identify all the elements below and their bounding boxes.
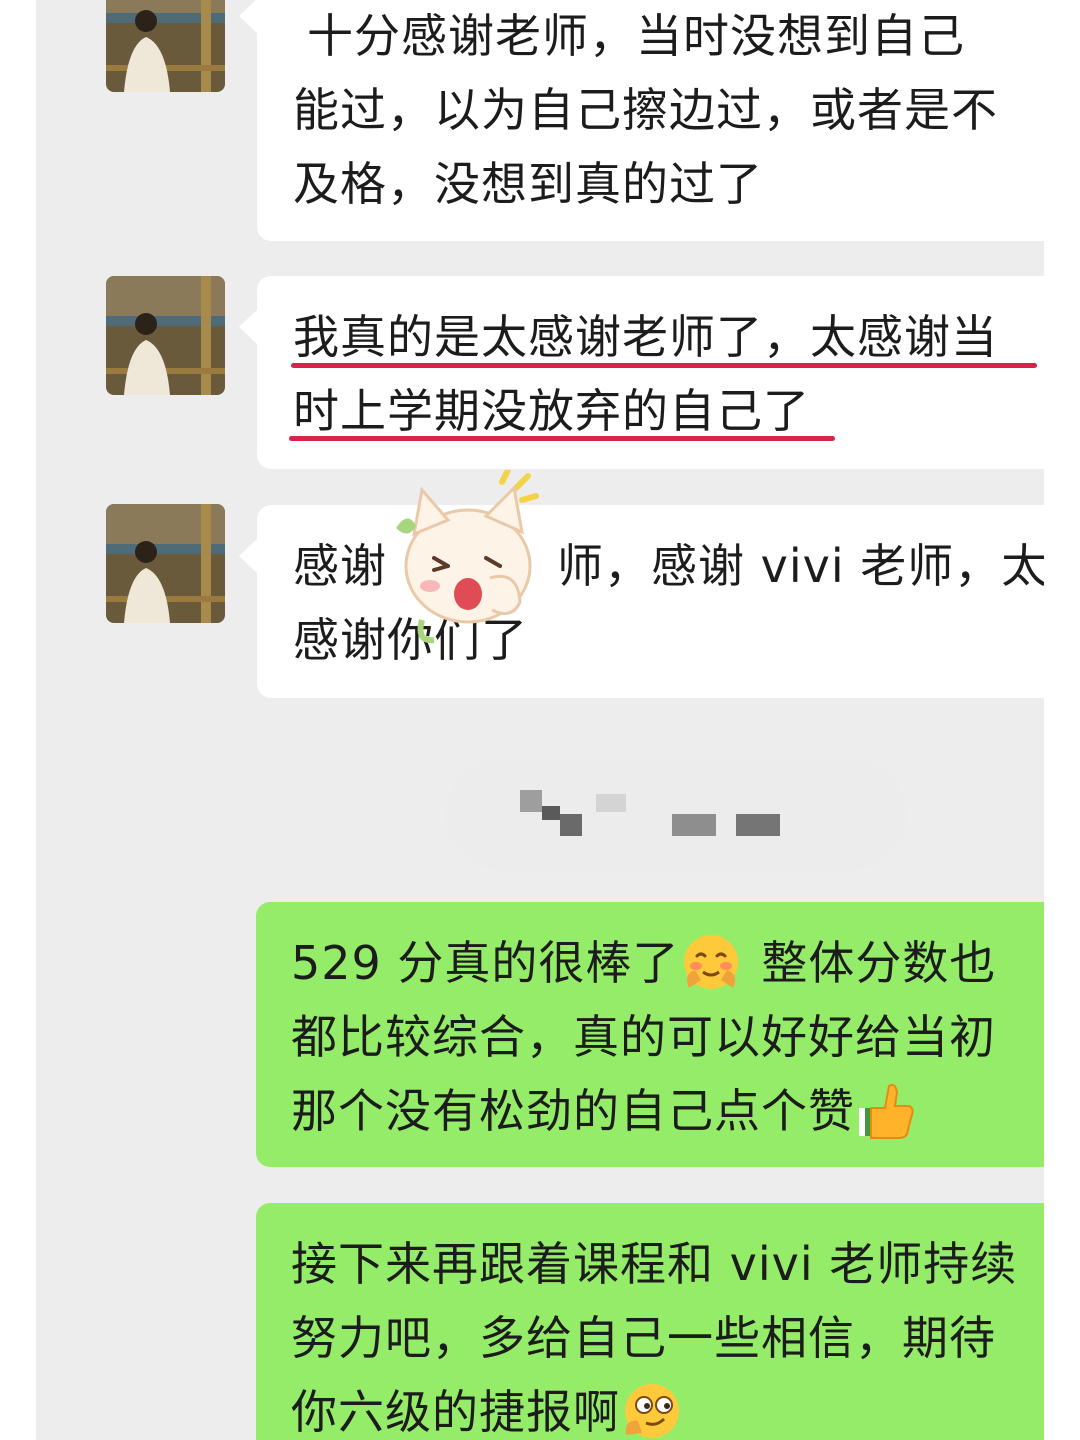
message-text-line: 那个没有松劲的自己点个赞 (291, 1074, 1034, 1148)
message-text-fragment: 529 分真的很棒了 (291, 936, 680, 990)
sender-avatar[interactable] (106, 504, 225, 623)
message-text-line: 都比较综合，真的可以好好给当初 (291, 1010, 996, 1064)
chat-window: 十分感谢老师，当时没想到自己 能过，以为自己擦边过，或者是不 及格，没想到真的过… (36, 0, 1044, 1440)
message-text-line: 及格，没想到真的过了 (293, 157, 763, 211)
message-bubble-outgoing[interactable]: 529 分真的很棒了 整体分数也 都比较综合，真的可以好好给当初 那个没有松劲的… (256, 902, 1044, 1167)
message-text-fragment: 整体分数也 (761, 936, 997, 990)
message-text-fragment: 师，感谢 vivi 老师，太 (557, 539, 1044, 593)
crying-cat-sticker-icon (396, 470, 539, 644)
smirk-face-emoji-icon (625, 1383, 679, 1438)
message-text-fragment: 感谢 (293, 539, 387, 593)
person-photo-icon (106, 504, 225, 623)
message-text-line: 你六级的捷报啊 (291, 1375, 1034, 1440)
sender-avatar[interactable] (106, 0, 225, 92)
thumbs-up-emoji-icon (859, 1083, 914, 1139)
message-text-line: 接下来再跟着课程和 vivi 老师持续 (291, 1237, 1018, 1291)
sender-avatar[interactable] (106, 276, 225, 395)
message-text-line: 十分感谢老师，当时没想到自己 (307, 9, 965, 63)
message-text-line: 529 分真的很棒了 整体分数也 (291, 926, 1034, 1000)
person-photo-icon (106, 0, 225, 92)
message-text-fragment: 那个没有松劲的自己点个赞 (291, 1084, 855, 1138)
person-photo-icon (106, 276, 225, 395)
blurred-timestamp (446, 760, 906, 870)
highlight-underline (289, 436, 835, 441)
message-text-line: 能过，以为自己擦边过，或者是不 (293, 83, 998, 137)
message-bubble-outgoing[interactable]: 接下来再跟着课程和 vivi 老师持续 努力吧，多给自己一些相信，期待 你六级的… (256, 1203, 1044, 1440)
message-bubble-incoming[interactable]: 感谢 师，感谢 vivi 老师，太 感谢你们了 (239, 505, 1044, 698)
message-bubble-incoming[interactable]: 我真的是太感谢老师了，太感谢当 时上学期没放弃的自己了 (239, 276, 1044, 469)
shy-face-emoji-icon (684, 934, 739, 989)
message-bubble-incoming[interactable]: 十分感谢老师，当时没想到自己 能过，以为自己擦边过，或者是不 及格，没想到真的过… (239, 0, 1044, 241)
message-text-line: 努力吧，多给自己一些相信，期待 (291, 1311, 996, 1365)
highlight-underline (291, 363, 1037, 368)
message-text-fragment: 你六级的捷报啊 (291, 1385, 620, 1439)
